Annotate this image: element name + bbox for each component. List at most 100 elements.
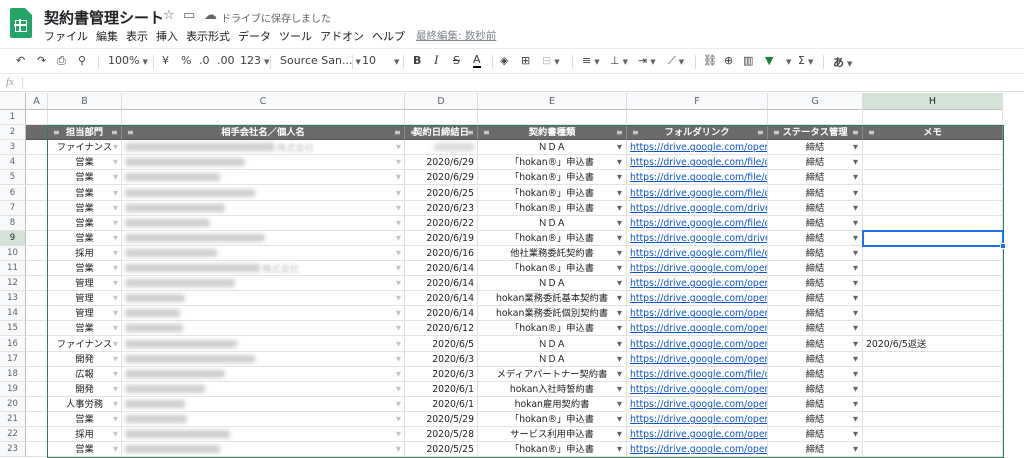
company-name-cell[interactable]	[122, 336, 405, 352]
chevron-down-icon[interactable]: ▼	[617, 155, 622, 170]
chevron-down-icon[interactable]: ▼	[396, 216, 401, 231]
contract-date-cell[interactable]: 2020/6/14	[405, 276, 478, 292]
contract-date-cell[interactable]: 2020/6/14	[405, 291, 478, 307]
company-name-cell[interactable]	[122, 442, 405, 458]
chevron-down-icon[interactable]: ▼	[396, 306, 401, 321]
chevron-down-icon[interactable]: ▼	[853, 170, 858, 185]
folder-link[interactable]: https://drive.google.com/open?id=1	[630, 414, 767, 425]
status-cell[interactable]: 締結	[768, 276, 863, 292]
column-filter-icon[interactable]: ≡	[483, 125, 490, 140]
row-number[interactable]: 19	[0, 381, 26, 397]
chevron-down-icon[interactable]: ▼	[396, 337, 401, 352]
folder-link-cell[interactable]: https://drive.google.com/file/d/1Yi3	[627, 215, 768, 231]
status-cell[interactable]: 締結	[768, 396, 863, 412]
increase-decimal-button[interactable]: .00	[217, 54, 235, 67]
column-filter-icon[interactable]: ≡	[127, 125, 134, 140]
folder-link[interactable]: https://drive.google.com/open?id=1	[630, 429, 767, 440]
contract-date-cell[interactable]: 2020/5/29	[405, 412, 478, 428]
row-number[interactable]: 10	[0, 245, 26, 261]
company-name-cell[interactable]	[122, 321, 405, 337]
column-filter-icon[interactable]: ≡	[394, 125, 401, 140]
row-number[interactable]: 15	[0, 321, 26, 337]
chevron-down-icon[interactable]: ▼	[617, 186, 622, 201]
contract-type-cell[interactable]: ＮＤＡ	[478, 215, 627, 231]
memo-cell[interactable]	[863, 351, 1003, 367]
chevron-down-icon[interactable]: ▼	[396, 382, 401, 397]
chevron-down-icon[interactable]: ▼	[617, 337, 622, 352]
contract-type-cell[interactable]: hokan業務委託個別契約書	[478, 306, 627, 322]
folder-link-cell[interactable]: https://drive.google.com/open?id=1	[627, 427, 768, 443]
folder-link[interactable]: https://drive.google.com/open?id=1	[630, 444, 767, 455]
undo-icon[interactable]: ↶	[16, 54, 25, 67]
memo-cell[interactable]	[863, 412, 1003, 428]
folder-link-cell[interactable]: https://drive.google.com/drive/u/0/	[627, 200, 768, 216]
company-name-cell[interactable]	[122, 381, 405, 397]
column-header-h[interactable]: H	[863, 93, 1003, 110]
chevron-down-icon[interactable]: ▼	[396, 321, 401, 336]
chevron-down-icon[interactable]: ▼	[396, 276, 401, 291]
menu-addons[interactable]: アドオン	[320, 28, 364, 44]
folder-link-cell[interactable]: https://drive.google.com/file/d/1Jia	[627, 245, 768, 261]
chevron-down-icon[interactable]: ▼	[396, 231, 401, 246]
status-cell[interactable]: 締結	[768, 185, 863, 201]
chevron-down-icon[interactable]: ▼	[853, 321, 858, 336]
document-title[interactable]: 契約書管理シート	[44, 7, 164, 28]
menu-insert[interactable]: 挿入	[156, 28, 178, 44]
contract-date-cell[interactable]: 2020/6/14	[405, 261, 478, 277]
chevron-down-icon[interactable]: ▼	[853, 276, 858, 291]
row-number[interactable]: 13	[0, 291, 26, 307]
company-name-cell[interactable]: 株式会社	[122, 261, 405, 277]
status-cell[interactable]: 締結	[768, 306, 863, 322]
company-name-cell[interactable]	[122, 245, 405, 261]
chevron-down-icon[interactable]: ▼	[113, 261, 118, 276]
row-number[interactable]: 6	[0, 185, 26, 201]
memo-cell[interactable]	[863, 427, 1003, 443]
contract-type-cell[interactable]: 「hokan®」申込書	[478, 170, 627, 186]
status-cell[interactable]: 締結	[768, 291, 863, 307]
row-number[interactable]: 12	[0, 276, 26, 292]
column-header-d[interactable]: D	[405, 93, 478, 110]
chevron-down-icon[interactable]: ▼	[617, 216, 622, 231]
chevron-down-icon[interactable]: ▼	[853, 216, 858, 231]
chevron-down-icon[interactable]: ▼	[113, 231, 118, 246]
chevron-down-icon[interactable]: ▼	[617, 291, 622, 306]
header-cell-e[interactable]: 契約書種類	[478, 125, 627, 141]
cloud-saved-icon[interactable]: ☁	[204, 8, 217, 23]
status-cell[interactable]: 締結	[768, 366, 863, 382]
dept-cell[interactable]: 開発	[48, 381, 122, 397]
chevron-down-icon[interactable]: ▼	[113, 186, 118, 201]
chevron-down-icon[interactable]: ▼	[617, 261, 622, 276]
status-cell[interactable]: 締結	[768, 261, 863, 277]
star-icon[interactable]: ☆	[163, 8, 175, 23]
chevron-down-icon[interactable]: ▼	[853, 201, 858, 216]
row-number[interactable]: 2	[0, 125, 26, 141]
folder-link-cell[interactable]: https://drive.google.com/drive/u/0/	[627, 230, 768, 246]
contract-type-cell[interactable]: 「hokan®」申込書	[478, 261, 627, 277]
sheets-logo-icon[interactable]	[10, 8, 32, 38]
row-number[interactable]: 5	[0, 170, 26, 186]
chevron-down-icon[interactable]: ▼	[617, 306, 622, 321]
company-name-cell[interactable]	[122, 185, 405, 201]
row-number[interactable]: 11	[0, 261, 26, 277]
contract-date-cell[interactable]: 2020/6/25	[405, 185, 478, 201]
status-cell[interactable]: 締結	[768, 245, 863, 261]
dept-cell[interactable]: 開発	[48, 351, 122, 367]
chevron-down-icon[interactable]: ▼	[853, 246, 858, 261]
chevron-down-icon[interactable]: ▼	[113, 321, 118, 336]
filter-icon[interactable]: ▼	[765, 54, 773, 67]
percent-format-button[interactable]: %	[181, 54, 191, 67]
chevron-down-icon[interactable]: ▼	[396, 367, 401, 382]
folder-link-cell[interactable]: https://drive.google.com/file/d/1Ep	[627, 185, 768, 201]
chevron-down-icon[interactable]: ▼	[853, 352, 858, 367]
memo-cell[interactable]	[863, 291, 1003, 307]
chevron-down-icon[interactable]: ▼	[113, 442, 118, 457]
memo-cell[interactable]	[863, 200, 1003, 216]
company-name-cell[interactable]	[122, 306, 405, 322]
folder-link-cell[interactable]: https://drive.google.com/open?id=1	[627, 442, 768, 458]
memo-cell[interactable]	[863, 170, 1003, 186]
chevron-down-icon[interactable]: ▼	[113, 201, 118, 216]
chevron-down-icon[interactable]: ▼	[617, 276, 622, 291]
memo-cell[interactable]	[863, 396, 1003, 412]
row-number[interactable]: 23	[0, 442, 26, 458]
chevron-down-icon[interactable]: ▼	[396, 155, 401, 170]
